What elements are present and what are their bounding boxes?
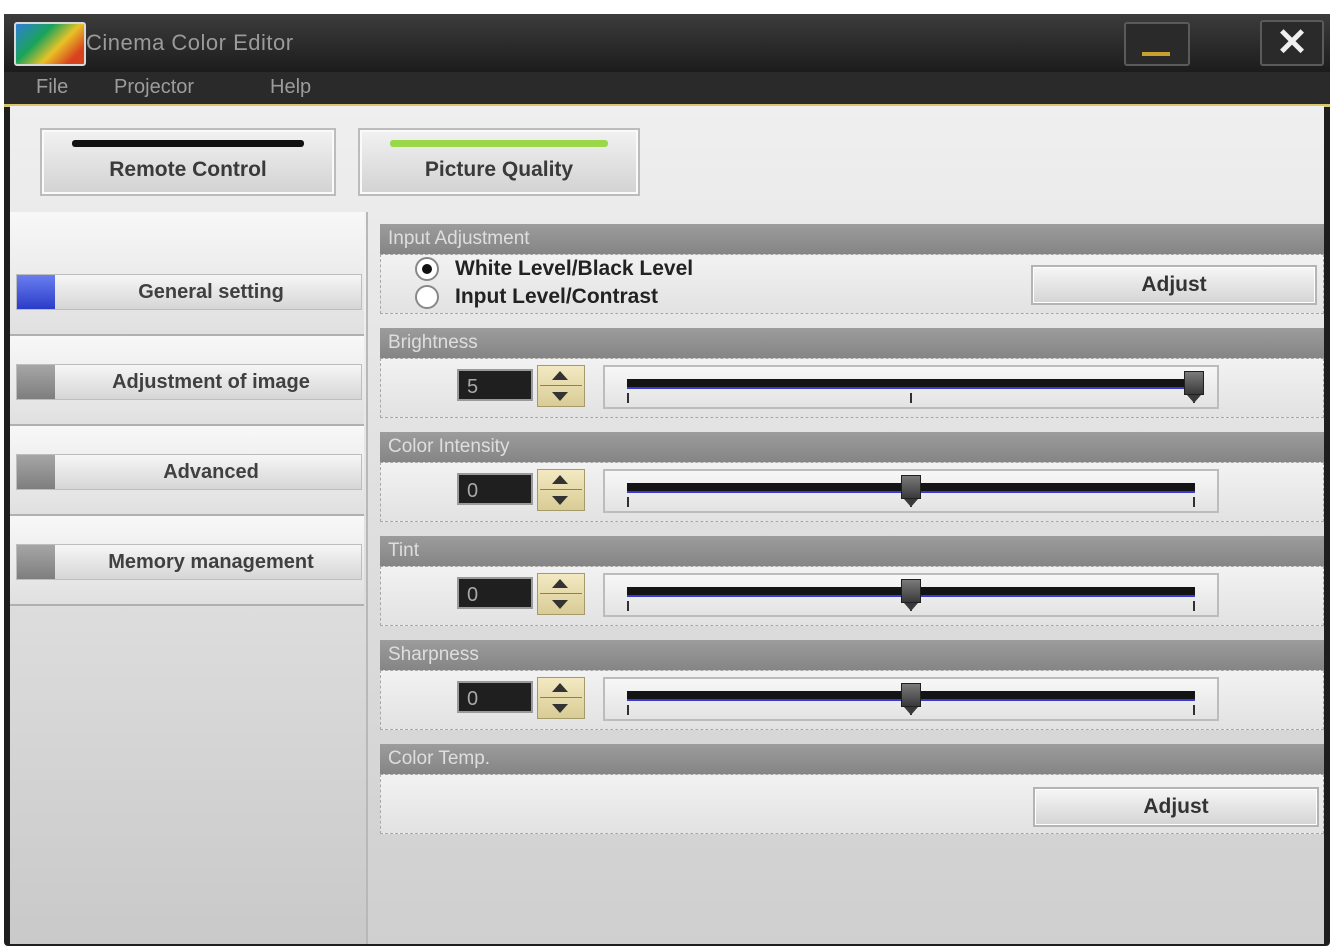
arrow-down-icon bbox=[552, 600, 568, 609]
slider-tick bbox=[1193, 497, 1195, 507]
app-logo-icon bbox=[14, 22, 86, 66]
sidebar-group-adjustment: Adjustment of image bbox=[10, 336, 364, 426]
slider-tick bbox=[627, 601, 629, 611]
status-square-icon bbox=[17, 275, 55, 309]
tab-picture-quality[interactable]: Picture Quality bbox=[358, 128, 640, 196]
slider-tick bbox=[1193, 705, 1195, 715]
status-square-icon bbox=[17, 545, 55, 579]
slider-tick bbox=[1193, 601, 1195, 611]
menu-bar: File Projector Help bbox=[4, 72, 1330, 107]
slider-thumb[interactable] bbox=[901, 475, 921, 507]
section-header: Tint bbox=[380, 536, 1324, 566]
section-header: Sharpness bbox=[380, 640, 1324, 670]
sidebar-item-label: Memory management bbox=[108, 551, 314, 573]
minimize-button[interactable] bbox=[1124, 22, 1190, 66]
radio-label: Input Level/Contrast bbox=[455, 285, 659, 308]
color-temp-panel: Color Temp. Adjust bbox=[380, 744, 1324, 840]
sharpness-slider[interactable] bbox=[603, 677, 1219, 721]
arrow-down-icon bbox=[552, 704, 568, 713]
section-header: Color Intensity bbox=[380, 432, 1324, 462]
section-body: Adjust bbox=[380, 774, 1324, 834]
color-intensity-slider[interactable] bbox=[603, 469, 1219, 513]
sidebar-item-general-setting[interactable]: General setting bbox=[16, 274, 362, 310]
sidebar-item-label: Advanced bbox=[163, 461, 259, 483]
input-adjust-button[interactable]: Adjust bbox=[1031, 265, 1317, 305]
brightness-slider[interactable] bbox=[603, 365, 1219, 409]
sharpness-value-field[interactable]: 0 bbox=[457, 681, 533, 713]
slider-thumb[interactable] bbox=[901, 683, 921, 715]
close-icon: ✕ bbox=[1276, 22, 1308, 64]
color-intensity-panel: Color Intensity 0 bbox=[380, 432, 1324, 528]
radio-white-black-level[interactable]: White Level/Black Level bbox=[415, 257, 694, 282]
menu-projector[interactable]: Projector bbox=[114, 76, 194, 99]
sharpness-stepper[interactable] bbox=[537, 677, 585, 719]
title-bar[interactable]: Cinema Color Editor ✕ bbox=[4, 14, 1330, 72]
close-button[interactable]: ✕ bbox=[1260, 20, 1324, 66]
sidebar-item-label: Adjustment of image bbox=[112, 371, 310, 393]
slider-tick bbox=[910, 393, 912, 403]
sidebar-item-label: General setting bbox=[138, 281, 284, 303]
section-body: White Level/Black Level Input Level/Cont… bbox=[380, 254, 1324, 314]
slider-track bbox=[627, 379, 1195, 389]
brightness-value-field[interactable]: 5 bbox=[457, 369, 533, 401]
radio-unselected-icon bbox=[415, 285, 439, 310]
sharpness-panel: Sharpness 0 bbox=[380, 640, 1324, 736]
status-square-icon bbox=[17, 455, 55, 489]
tint-value-field[interactable]: 0 bbox=[457, 577, 533, 609]
status-square-icon bbox=[17, 365, 55, 399]
main-content: Remote Control Picture Quality General s… bbox=[10, 106, 1324, 944]
tab-label: Remote Control bbox=[109, 158, 267, 181]
sidebar-group-general: General setting bbox=[10, 212, 364, 336]
section-header: Input Adjustment bbox=[380, 224, 1324, 254]
sidebar-item-adjustment-of-image[interactable]: Adjustment of image bbox=[16, 364, 362, 400]
section-body: 0 bbox=[380, 670, 1324, 730]
radio-label: White Level/Black Level bbox=[455, 257, 694, 280]
section-body: 0 bbox=[380, 462, 1324, 522]
slider-thumb[interactable] bbox=[1184, 371, 1204, 403]
color-intensity-stepper[interactable] bbox=[537, 469, 585, 511]
arrow-up-icon bbox=[552, 579, 568, 588]
arrow-down-icon bbox=[552, 496, 568, 505]
input-adjustment-panel: Input Adjustment White Level/Black Level… bbox=[380, 224, 1324, 320]
arrow-up-icon bbox=[552, 475, 568, 484]
sidebar: General setting Adjustment of image Adva… bbox=[10, 212, 368, 944]
tab-label: Picture Quality bbox=[424, 158, 574, 181]
brightness-stepper[interactable] bbox=[537, 365, 585, 407]
window-title: Cinema Color Editor bbox=[86, 30, 294, 55]
sidebar-group-advanced: Advanced bbox=[10, 426, 364, 516]
sidebar-item-advanced[interactable]: Advanced bbox=[16, 454, 362, 490]
app-window: Cinema Color Editor ✕ File Projector Hel… bbox=[4, 14, 1330, 946]
radio-selected-icon bbox=[415, 257, 439, 282]
slider-thumb[interactable] bbox=[901, 579, 921, 611]
section-body: 0 bbox=[380, 566, 1324, 626]
menu-help[interactable]: Help bbox=[270, 76, 311, 99]
menu-file[interactable]: File bbox=[36, 76, 68, 99]
color-intensity-value-field[interactable]: 0 bbox=[457, 473, 533, 505]
slider-tick bbox=[627, 705, 629, 715]
tint-panel: Tint 0 bbox=[380, 536, 1324, 632]
arrow-down-icon bbox=[552, 392, 568, 401]
tab-indicator-bar bbox=[72, 140, 304, 147]
slider-tick bbox=[627, 393, 629, 403]
arrow-up-icon bbox=[552, 371, 568, 380]
color-temp-adjust-button[interactable]: Adjust bbox=[1033, 787, 1319, 827]
tint-slider[interactable] bbox=[603, 573, 1219, 617]
tint-stepper[interactable] bbox=[537, 573, 585, 615]
brightness-panel: Brightness 5 bbox=[380, 328, 1324, 424]
tab-indicator-bar bbox=[390, 140, 608, 147]
section-body: 5 bbox=[380, 358, 1324, 418]
slider-tick bbox=[627, 497, 629, 507]
section-header: Brightness bbox=[380, 328, 1324, 358]
section-header: Color Temp. bbox=[380, 744, 1324, 774]
tab-remote-control[interactable]: Remote Control bbox=[40, 128, 336, 196]
sidebar-item-memory-management[interactable]: Memory management bbox=[16, 544, 362, 580]
sidebar-group-memory: Memory management bbox=[10, 516, 364, 606]
radio-input-level-contrast[interactable]: Input Level/Contrast bbox=[415, 285, 659, 310]
arrow-up-icon bbox=[552, 683, 568, 692]
